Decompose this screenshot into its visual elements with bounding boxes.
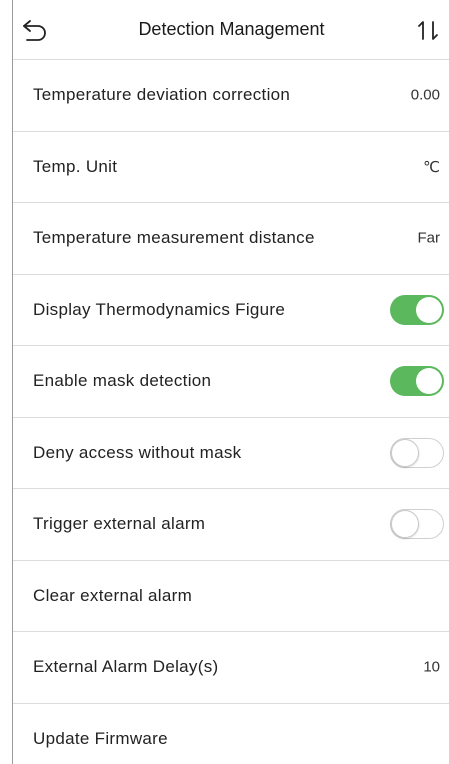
setting-label: Clear external alarm bbox=[33, 585, 193, 605]
mask-detection-toggle[interactable] bbox=[390, 366, 444, 397]
back-arrow-icon bbox=[23, 20, 46, 41]
toggle-knob bbox=[391, 510, 419, 539]
setting-row-deny-without-mask[interactable]: Deny access without mask bbox=[13, 418, 449, 489]
sort-icon bbox=[418, 21, 438, 40]
deny-without-mask-toggle[interactable] bbox=[390, 437, 444, 468]
sort-button[interactable] bbox=[414, 18, 448, 44]
header-bar: Detection Management bbox=[13, 0, 449, 60]
setting-label: Temperature measurement distance bbox=[33, 228, 315, 248]
back-button[interactable] bbox=[21, 18, 49, 44]
setting-value: Far bbox=[417, 229, 441, 247]
setting-row-trigger-alarm[interactable]: Trigger external alarm bbox=[13, 489, 449, 561]
trigger-alarm-toggle[interactable] bbox=[390, 509, 444, 540]
setting-value: 0.00 bbox=[410, 86, 440, 104]
detection-management-screen: Detection Management Temperature deviati… bbox=[12, 0, 449, 764]
setting-value: 10 bbox=[423, 658, 440, 676]
toggle-knob bbox=[416, 368, 442, 395]
setting-row-measurement-distance[interactable]: Temperature measurement distance Far bbox=[13, 203, 449, 275]
setting-row-update-firmware[interactable]: Update Firmware bbox=[13, 704, 449, 764]
toggle-knob bbox=[391, 438, 419, 467]
setting-label: Update Firmware bbox=[33, 729, 168, 749]
setting-label: Deny access without mask bbox=[33, 442, 242, 462]
toggle-knob bbox=[416, 296, 442, 323]
setting-row-thermodynamics-figure[interactable]: Display Thermodynamics Figure bbox=[13, 275, 449, 346]
setting-row-temp-unit[interactable]: Temp. Unit ℃ bbox=[13, 132, 449, 203]
setting-row-temperature-deviation[interactable]: Temperature deviation correction 0.00 bbox=[13, 60, 449, 132]
setting-label: Display Thermodynamics Figure bbox=[33, 299, 286, 319]
settings-list: Temperature deviation correction 0.00 Te… bbox=[13, 60, 449, 764]
setting-label: Temperature deviation correction bbox=[33, 85, 291, 105]
setting-label: External Alarm Delay(s) bbox=[33, 657, 219, 677]
setting-label: Trigger external alarm bbox=[33, 514, 206, 534]
setting-value: ℃ bbox=[423, 158, 440, 176]
page-title: Detection Management bbox=[138, 19, 325, 39]
thermodynamics-figure-toggle[interactable] bbox=[390, 294, 444, 325]
setting-row-alarm-delay[interactable]: External Alarm Delay(s) 10 bbox=[13, 632, 449, 704]
setting-label: Temp. Unit bbox=[33, 156, 118, 176]
setting-label: Enable mask detection bbox=[33, 371, 212, 391]
setting-row-mask-detection[interactable]: Enable mask detection bbox=[13, 346, 449, 418]
setting-row-clear-alarm[interactable]: Clear external alarm bbox=[13, 561, 449, 632]
